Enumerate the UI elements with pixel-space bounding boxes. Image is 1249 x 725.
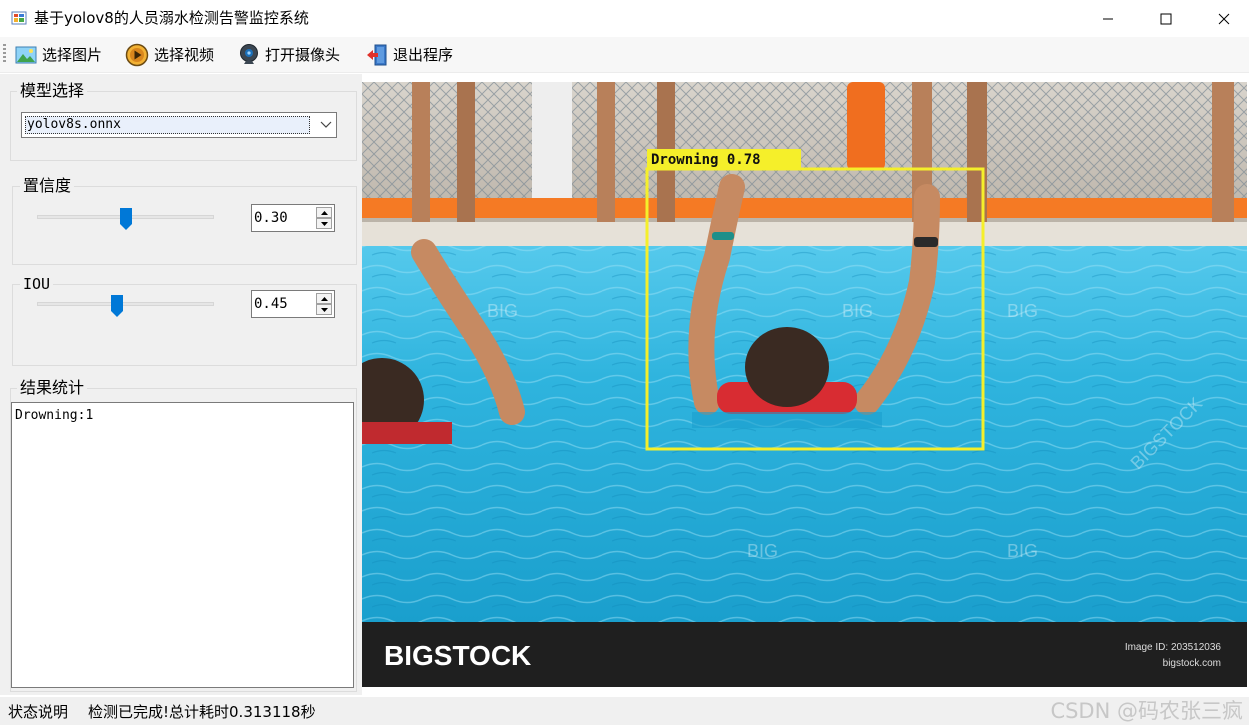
webcam-icon — [240, 44, 258, 64]
iou-decrement-button[interactable] — [316, 304, 332, 315]
iou-spinbox[interactable]: 0.45 — [251, 290, 335, 318]
rescue-tubes — [362, 198, 1247, 218]
confidence-increment-button[interactable] — [316, 207, 332, 218]
waterline — [692, 412, 882, 428]
pool-scene: Drowning 0.78 BIG BIG BIG BIG BIG BIGSTO… — [362, 82, 1247, 687]
spin-up-icon — [320, 210, 328, 215]
select-image-button[interactable]: 选择图片 — [15, 42, 102, 68]
results-group-title: 结果统计 — [17, 378, 88, 398]
exit-door-icon — [367, 44, 387, 66]
picture-icon — [15, 46, 37, 64]
overlay-watermark: BIG — [1007, 541, 1038, 561]
rescue-buoy — [847, 82, 885, 170]
lifeguard-leg — [412, 82, 430, 222]
victim-head — [745, 327, 829, 407]
results-text: Drowning:1 — [15, 408, 94, 423]
confidence-group-title: 置信度 — [20, 176, 75, 196]
detection-label: Drowning 0.78 — [651, 152, 761, 168]
iou-slider-track[interactable] — [37, 302, 214, 306]
stock-site: bigstock.com — [1163, 658, 1221, 669]
victim-bracelet — [712, 232, 734, 240]
lifeguard-leg — [597, 82, 615, 222]
overlay-watermark: BIG — [842, 301, 873, 321]
iou-group-title: IOU — [20, 274, 54, 294]
play-icon — [125, 43, 149, 67]
status-bar: 状态说明 检测已完成!总计耗时0.313118秒 CSDN @码农张三疯 — [0, 697, 1249, 725]
maximize-button[interactable] — [1137, 0, 1195, 37]
lifeguard-leg — [1212, 82, 1234, 227]
results-textbox[interactable]: Drowning:1 — [11, 402, 354, 688]
iou-value: 0.45 — [254, 296, 288, 312]
detection-image: Drowning 0.78 BIG BIG BIG BIG BIG BIGSTO… — [362, 82, 1247, 687]
iou-slider-thumb[interactable] — [110, 294, 124, 318]
confidence-spinbox[interactable]: 0.30 — [251, 204, 335, 232]
confidence-slider-thumb[interactable] — [119, 207, 133, 231]
model-group-title: 模型选择 — [17, 81, 88, 101]
select-video-button[interactable]: 选择视频 — [125, 42, 214, 68]
chain-fence — [362, 82, 1247, 202]
select-video-label: 选择视频 — [154, 46, 215, 64]
stock-brand: BIGSTOCK — [384, 640, 531, 671]
pool-edge — [362, 222, 1247, 248]
open-camera-label: 打开摄像头 — [265, 46, 341, 64]
minimize-icon — [1103, 18, 1113, 19]
overlay-watermark: BIG — [1007, 301, 1038, 321]
status-message: 检测已完成!总计耗时0.313118秒 — [88, 703, 316, 721]
exit-program-label: 退出程序 — [393, 46, 454, 64]
open-camera-button[interactable]: 打开摄像头 — [238, 42, 340, 68]
close-button[interactable] — [1195, 0, 1249, 37]
maximize-icon — [1160, 13, 1172, 24]
confidence-value: 0.30 — [254, 210, 288, 226]
window-title: 基于yolov8的人员溺水检测告警监控系统 — [34, 9, 309, 27]
left-swimmer-vest — [362, 422, 452, 444]
spin-down-icon — [320, 307, 328, 312]
spin-down-icon — [320, 221, 328, 226]
lifeguard-leg — [457, 82, 475, 222]
minimize-button[interactable] — [1079, 0, 1137, 37]
white-pillar — [532, 82, 572, 207]
select-image-label: 选择图片 — [42, 46, 103, 64]
status-label: 状态说明 — [8, 703, 69, 721]
model-select[interactable]: yolov8s.onnx — [21, 112, 337, 138]
model-select-value: yolov8s.onnx — [25, 116, 310, 134]
close-icon — [1218, 13, 1230, 24]
iou-increment-button[interactable] — [316, 293, 332, 304]
confidence-decrement-button[interactable] — [316, 218, 332, 229]
spin-up-icon — [320, 296, 328, 301]
toolbar: 选择图片 选择视频 打开摄像头 退出程序 — [0, 37, 1249, 73]
overlay-watermark: BIG — [747, 541, 778, 561]
exit-program-button[interactable]: 退出程序 — [366, 42, 453, 68]
toolbar-grip[interactable] — [3, 44, 6, 64]
csdn-watermark: CSDN @码农张三疯 — [1050, 699, 1243, 723]
chevron-down-icon — [320, 121, 332, 128]
app-icon — [11, 11, 27, 25]
stock-image-id: Image ID: 203512036 — [1125, 642, 1222, 653]
victim-watch — [914, 237, 938, 247]
overlay-watermark: BIG — [487, 301, 518, 321]
title-bar: 基于yolov8的人员溺水检测告警监控系统 — [0, 0, 1249, 37]
